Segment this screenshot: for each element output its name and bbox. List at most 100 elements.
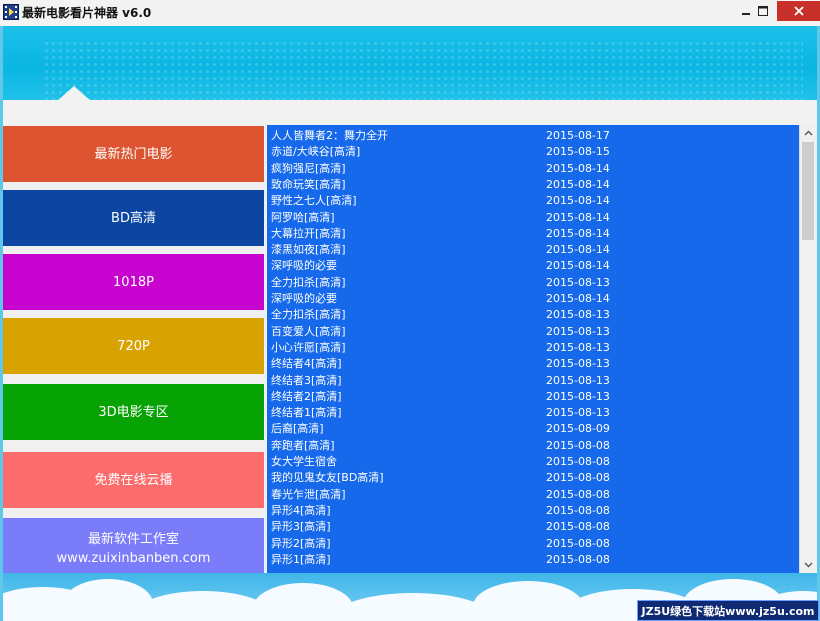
movie-date: 2015-08-14 (546, 226, 610, 240)
movie-date: 2015-08-14 (546, 243, 610, 257)
movie-row[interactable]: 女大学生宿舍 2015-08-08 (267, 454, 799, 470)
menu-item-url: www.zuixinbanben.com (56, 551, 211, 566)
movie-row[interactable]: 终结者3[高清] 2015-08-13 (267, 373, 799, 389)
movie-row[interactable]: 异形3[高清] 2015-08-08 (267, 519, 799, 535)
close-icon (793, 6, 804, 16)
banner-pattern (43, 40, 803, 100)
movie-title: 深呼吸的必要 (271, 292, 337, 305)
menu-item-cloud-play[interactable]: 免费在线云播 (3, 452, 264, 508)
movie-title: 阿罗哈[高清] (271, 210, 335, 224)
movie-title: 我的见鬼女友[BD高清] (271, 471, 384, 485)
menu-pointer (56, 86, 92, 102)
movie-title: 终结者4[高清] (271, 357, 342, 371)
menu-item-label: BD高清 (111, 210, 156, 226)
menu-item-label: 720P (117, 338, 150, 354)
movie-row[interactable]: 春光乍泄[高清] 2015-08-08 (267, 487, 799, 503)
movie-title: 百变爱人[高清] (271, 324, 346, 338)
movie-title: 全力扣杀[高清] (271, 275, 346, 289)
movie-title: 疯狗强尼[高清] (271, 161, 346, 175)
movie-date: 2015-08-14 (546, 194, 610, 208)
app-window: 最新电影看片神器 v6.0 最新热门电影 BD高清 1018P 720P 3D电… (0, 0, 820, 621)
movie-row[interactable]: 我的见鬼女友[BD高清] 2015-08-08 (267, 470, 799, 486)
movie-title: 深呼吸的必要 (271, 259, 337, 273)
movie-date: 2015-08-13 (546, 373, 610, 387)
menu-item-software-studio[interactable]: 最新软件工作室 www.zuixinbanben.com (3, 518, 264, 580)
chevron-up-icon (804, 130, 812, 136)
minimize-icon (742, 13, 750, 15)
movie-title: 致命玩笑[高清] (271, 177, 346, 191)
movie-date: 2015-08-08 (546, 520, 610, 534)
movie-title: 后裔[高清] (271, 422, 324, 436)
movie-row[interactable]: 深呼吸的必要 2015-08-14 (267, 258, 799, 274)
menu-item-hot-movies[interactable]: 最新热门电影 (3, 126, 264, 182)
title-bar[interactable]: 最新电影看片神器 v6.0 (0, 0, 820, 27)
scroll-thumb[interactable] (802, 142, 814, 240)
movie-date: 2015-08-17 (546, 129, 610, 142)
menu-item-label: 3D电影专区 (98, 404, 169, 420)
film-icon (3, 4, 19, 20)
movie-row[interactable]: 全力扣杀[高清] 2015-08-13 (267, 275, 799, 291)
movie-row[interactable]: 野性之七人[高清] 2015-08-14 (267, 193, 799, 209)
movie-row[interactable]: 后裔[高清] 2015-08-09 (267, 421, 799, 437)
movie-row[interactable]: 大幕拉开[高清] 2015-08-14 (267, 226, 799, 242)
menu-item-label: 1018P (113, 274, 154, 290)
movie-date: 2015-08-13 (546, 340, 610, 354)
menu-item-bd-hd[interactable]: BD高清 (3, 190, 264, 246)
movie-title: 小心许愿[高清] (271, 340, 346, 354)
movie-row[interactable]: 终结者2[高清] 2015-08-13 (267, 389, 799, 405)
movie-row[interactable]: 异形1[高清] 2015-08-08 (267, 552, 799, 568)
maximize-icon (758, 6, 768, 16)
movie-date: 2015-08-14 (546, 161, 610, 175)
movie-date: 2015-08-08 (546, 455, 610, 468)
movie-title: 全力扣杀[高清] (271, 308, 346, 322)
scroll-down-button[interactable] (800, 557, 816, 573)
movie-title: 大幕拉开[高清] (271, 226, 346, 240)
movie-date: 2015-08-08 (546, 503, 610, 517)
watermark-text: JZ5U绿色下载站www.jz5u.com (641, 604, 815, 618)
movie-row[interactable]: 全力扣杀[高清] 2015-08-13 (267, 307, 799, 323)
movie-title: 终结者1[高清] (271, 406, 342, 420)
movie-title: 终结者3[高清] (271, 373, 342, 387)
movie-title: 人人皆舞者2：舞力全开 (271, 129, 388, 142)
movie-row[interactable]: 人人皆舞者2：舞力全开 2015-08-17 (267, 128, 799, 144)
movie-row[interactable]: 漆黑如夜[高清] 2015-08-14 (267, 242, 799, 258)
movie-row[interactable]: 小心许愿[高清] 2015-08-13 (267, 340, 799, 356)
menu-item-3d-movies[interactable]: 3D电影专区 (3, 384, 264, 440)
close-button[interactable] (777, 1, 820, 21)
movie-row[interactable]: 终结者1[高清] 2015-08-13 (267, 405, 799, 421)
movie-row[interactable]: 赤道/大峡谷[高清] 2015-08-15 (267, 144, 799, 160)
menu-item-720p[interactable]: 720P (3, 318, 264, 374)
movie-date: 2015-08-08 (546, 438, 610, 452)
movie-date: 2015-08-13 (546, 324, 610, 338)
movie-row[interactable]: 异形4[高清] 2015-08-08 (267, 503, 799, 519)
movie-date: 2015-08-14 (546, 177, 610, 191)
movie-date: 2015-08-08 (546, 487, 610, 501)
scroll-up-button[interactable] (800, 125, 816, 141)
site-watermark: JZ5U绿色下载站www.jz5u.com (637, 600, 819, 621)
list-scrollbar[interactable] (799, 125, 816, 573)
movie-title: 异形4[高清] (271, 503, 331, 517)
movie-title: 异形1[高清] (271, 552, 331, 566)
movie-date: 2015-08-08 (546, 552, 610, 566)
movie-date: 2015-08-15 (546, 145, 610, 159)
movie-date: 2015-08-13 (546, 308, 610, 322)
movie-date: 2015-08-14 (546, 259, 610, 273)
movie-title: 春光乍泄[高清] (271, 487, 346, 501)
movie-title: 赤道/大峡谷[高清] (271, 145, 361, 159)
movie-row[interactable]: 阿罗哈[高清] 2015-08-14 (267, 210, 799, 226)
movie-row[interactable]: 奔跑者[高清] 2015-08-08 (267, 438, 799, 454)
movie-title: 异形3[高清] (271, 520, 331, 534)
movie-row[interactable]: 致命玩笑[高清] 2015-08-14 (267, 177, 799, 193)
movie-row[interactable]: 深呼吸的必要 2015-08-14 (267, 291, 799, 307)
menu-item-1018p[interactable]: 1018P (3, 254, 264, 310)
movie-row[interactable]: 异形2[高清] 2015-08-08 (267, 536, 799, 552)
movie-row[interactable]: 百变爱人[高清] 2015-08-13 (267, 324, 799, 340)
movie-date: 2015-08-08 (546, 471, 610, 485)
movie-row[interactable]: 疯狗强尼[高清] 2015-08-14 (267, 161, 799, 177)
movie-date: 2015-08-08 (546, 536, 610, 550)
movie-list[interactable]: 人人皆舞者2：舞力全开 2015-08-17 赤道/大峡谷[高清] 2015-08-1… (267, 125, 799, 573)
menu-item-label: 最新热门电影 (94, 146, 173, 162)
maximize-button[interactable] (752, 1, 774, 21)
movie-row[interactable]: 终结者4[高清] 2015-08-13 (267, 356, 799, 372)
movie-date: 2015-08-13 (546, 389, 610, 403)
